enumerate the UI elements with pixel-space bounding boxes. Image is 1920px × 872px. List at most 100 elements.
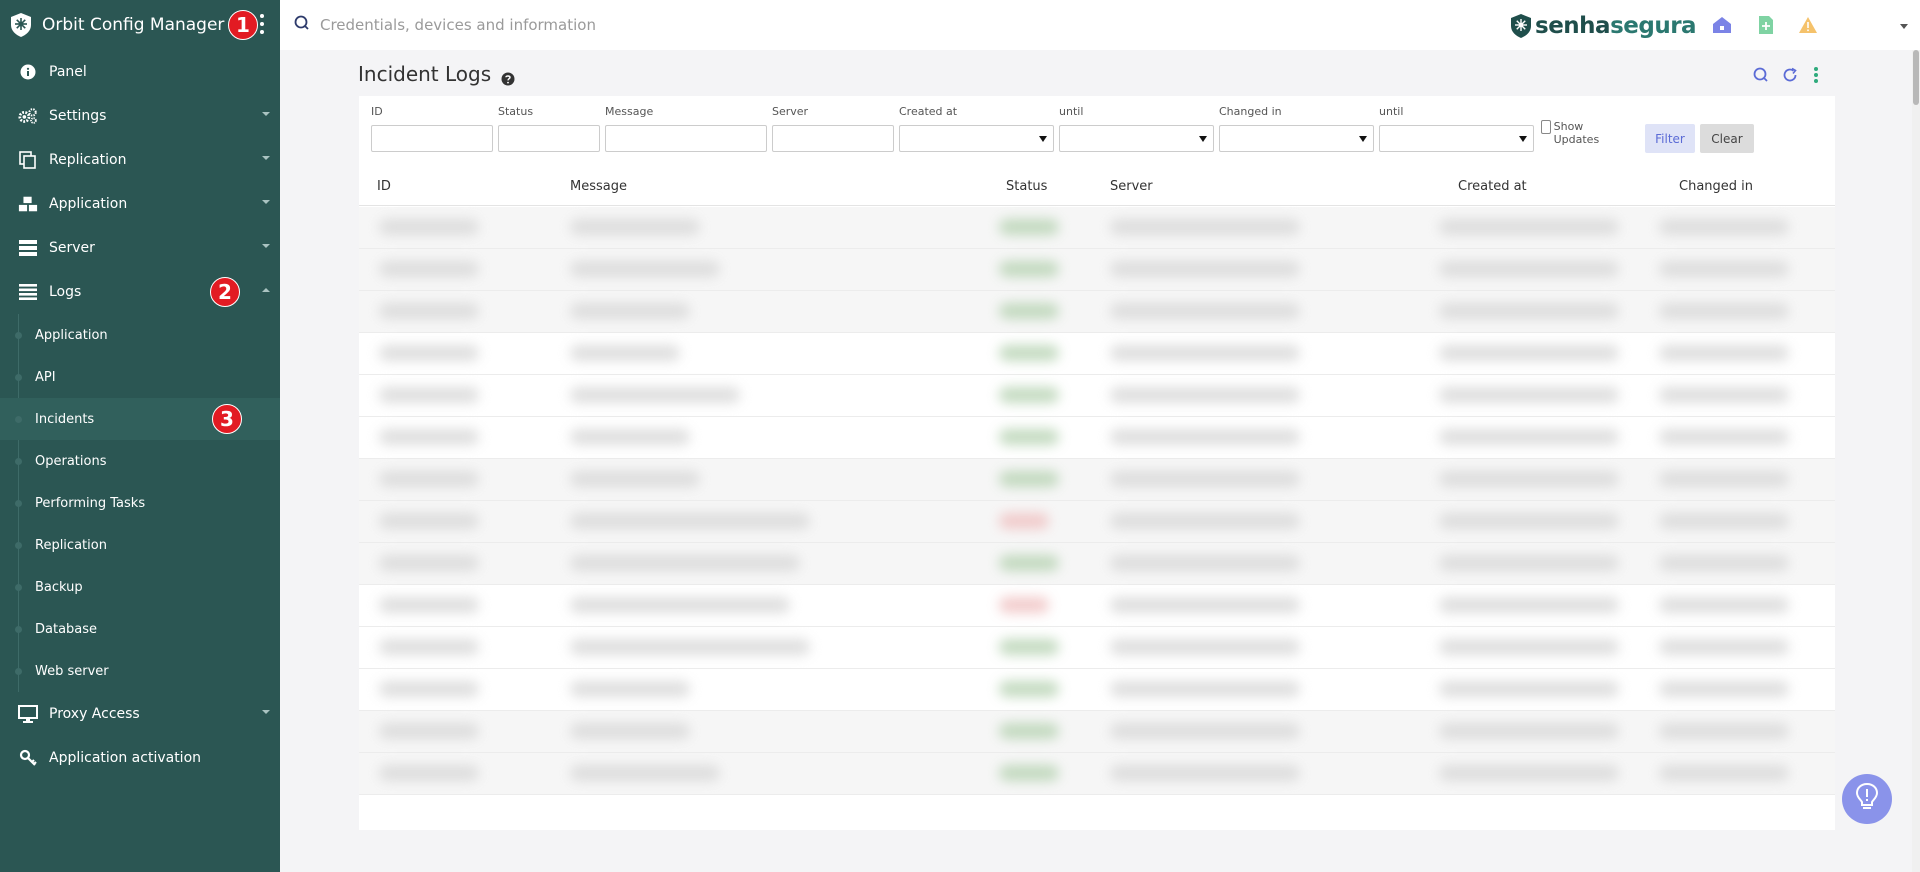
redacted-cell xyxy=(570,681,690,697)
redacted-cell xyxy=(1659,429,1789,445)
created-at-select[interactable] xyxy=(899,125,1054,152)
submenu-item-application[interactable]: Application xyxy=(0,314,280,356)
bullet-dot-icon xyxy=(15,500,22,507)
topbar: senhasegura xyxy=(280,0,1920,50)
sidebar-item-logs[interactable]: Logs 2 xyxy=(0,270,280,314)
lightbulb-icon xyxy=(1854,782,1880,816)
column-header-created-at[interactable]: Created at xyxy=(1458,168,1527,206)
submenu-item-backup[interactable]: Backup xyxy=(0,566,280,608)
table-row[interactable] xyxy=(359,291,1835,333)
column-header-message[interactable]: Message xyxy=(570,168,627,206)
sidebar-item-application[interactable]: Application xyxy=(0,182,280,226)
sidebar-item-panel[interactable]: Panel xyxy=(0,50,280,94)
tips-button[interactable] xyxy=(1842,774,1892,824)
sidebar-menu-kebab-icon[interactable] xyxy=(259,14,265,34)
submenu-label: Replication xyxy=(35,537,107,553)
submenu-item-replication[interactable]: Replication xyxy=(0,524,280,566)
redacted-cell xyxy=(1110,387,1300,403)
filter-created-until: until xyxy=(1059,104,1214,152)
status-filter-input[interactable] xyxy=(498,125,600,152)
id-filter-input[interactable] xyxy=(371,125,493,152)
redacted-cell xyxy=(1110,429,1300,445)
changed-in-select[interactable] xyxy=(1219,125,1374,152)
sidebar-item-application-activation[interactable]: Application activation xyxy=(0,736,280,780)
user-menu-caret-icon[interactable] xyxy=(1900,24,1908,29)
show-updates-checkbox[interactable]: Show Updates xyxy=(1541,120,1604,146)
page-title: Incident Logs xyxy=(358,62,492,86)
column-header-changed-in[interactable]: Changed in xyxy=(1679,168,1753,206)
redacted-status xyxy=(999,345,1059,361)
redacted-cell xyxy=(570,387,740,403)
filter-label: Status xyxy=(498,105,534,118)
table-row[interactable] xyxy=(359,669,1835,711)
redacted-cell xyxy=(1439,555,1619,571)
refresh-icon[interactable] xyxy=(1781,66,1799,84)
redacted-cell xyxy=(570,219,700,235)
bullet-dot-icon xyxy=(15,668,22,675)
scrollbar-thumb[interactable] xyxy=(1913,50,1919,105)
redacted-cell xyxy=(379,219,479,235)
server-filter-input[interactable] xyxy=(772,125,894,152)
filter-button[interactable]: Filter xyxy=(1645,124,1695,153)
table-row[interactable] xyxy=(359,207,1835,249)
submenu-item-api[interactable]: API xyxy=(0,356,280,398)
sidebar-item-server[interactable]: Server xyxy=(0,226,280,270)
table-row[interactable] xyxy=(359,417,1835,459)
redacted-cell xyxy=(570,597,790,613)
global-search-input[interactable] xyxy=(320,12,920,38)
column-header-status[interactable]: Status xyxy=(1006,168,1047,206)
logs-submenu: Application API Incidents 3 Operations P… xyxy=(0,314,280,692)
clear-button[interactable]: Clear xyxy=(1700,124,1754,153)
submenu-item-incidents[interactable]: Incidents 3 xyxy=(0,398,280,440)
chevron-down-icon xyxy=(262,112,270,116)
redacted-cell xyxy=(570,345,680,361)
warning-icon[interactable] xyxy=(1798,15,1818,35)
filter-changed-until: until xyxy=(1379,104,1534,152)
table-row[interactable] xyxy=(359,585,1835,627)
table-row[interactable] xyxy=(359,627,1835,669)
list-icon xyxy=(18,282,38,302)
filter-label: Message xyxy=(605,105,654,118)
help-icon[interactable] xyxy=(501,67,515,86)
created-until-select[interactable] xyxy=(1059,125,1214,152)
table-row[interactable] xyxy=(359,543,1835,585)
sidebar-item-label: Replication xyxy=(49,152,127,168)
redacted-cell xyxy=(570,723,690,739)
redacted-cell xyxy=(1110,639,1300,655)
home-icon[interactable] xyxy=(1712,15,1732,35)
changed-until-select[interactable] xyxy=(1379,125,1534,152)
submenu-item-performing-tasks[interactable]: Performing Tasks xyxy=(0,482,280,524)
sidebar-item-proxy-access[interactable]: Proxy Access xyxy=(0,692,280,736)
search-icon[interactable] xyxy=(1752,66,1770,84)
info-icon xyxy=(18,62,38,82)
brand-shield-icon xyxy=(1510,13,1532,39)
submenu-item-operations[interactable]: Operations xyxy=(0,440,280,482)
table-row[interactable] xyxy=(359,711,1835,753)
table-row[interactable] xyxy=(359,459,1835,501)
table-row[interactable] xyxy=(359,333,1835,375)
chevron-down-icon xyxy=(262,244,270,248)
submenu-item-database[interactable]: Database xyxy=(0,608,280,650)
checkbox-box[interactable] xyxy=(1541,120,1551,134)
table-row[interactable] xyxy=(359,375,1835,417)
more-options-icon[interactable] xyxy=(1807,66,1825,84)
sidebar-item-replication[interactable]: Replication xyxy=(0,138,280,182)
column-header-id[interactable]: ID xyxy=(377,168,391,206)
submenu-label: Application xyxy=(35,327,108,343)
shield-logo-icon xyxy=(10,12,32,38)
add-document-icon[interactable] xyxy=(1756,15,1776,35)
table-row[interactable] xyxy=(359,501,1835,543)
redacted-cell xyxy=(1659,597,1789,613)
redacted-cell xyxy=(1659,261,1789,277)
sidebar-item-label: Application xyxy=(49,196,128,212)
sidebar-item-settings[interactable]: Settings xyxy=(0,94,280,138)
column-header-server[interactable]: Server xyxy=(1110,168,1153,206)
chevron-up-icon xyxy=(262,288,270,292)
submenu-item-web-server[interactable]: Web server xyxy=(0,650,280,692)
filter-server: Server xyxy=(772,104,894,152)
message-filter-input[interactable] xyxy=(605,125,767,152)
table-row[interactable] xyxy=(359,249,1835,291)
chevron-down-icon xyxy=(262,156,270,160)
page-scrollbar[interactable] xyxy=(1912,50,1920,872)
table-row[interactable] xyxy=(359,753,1835,795)
